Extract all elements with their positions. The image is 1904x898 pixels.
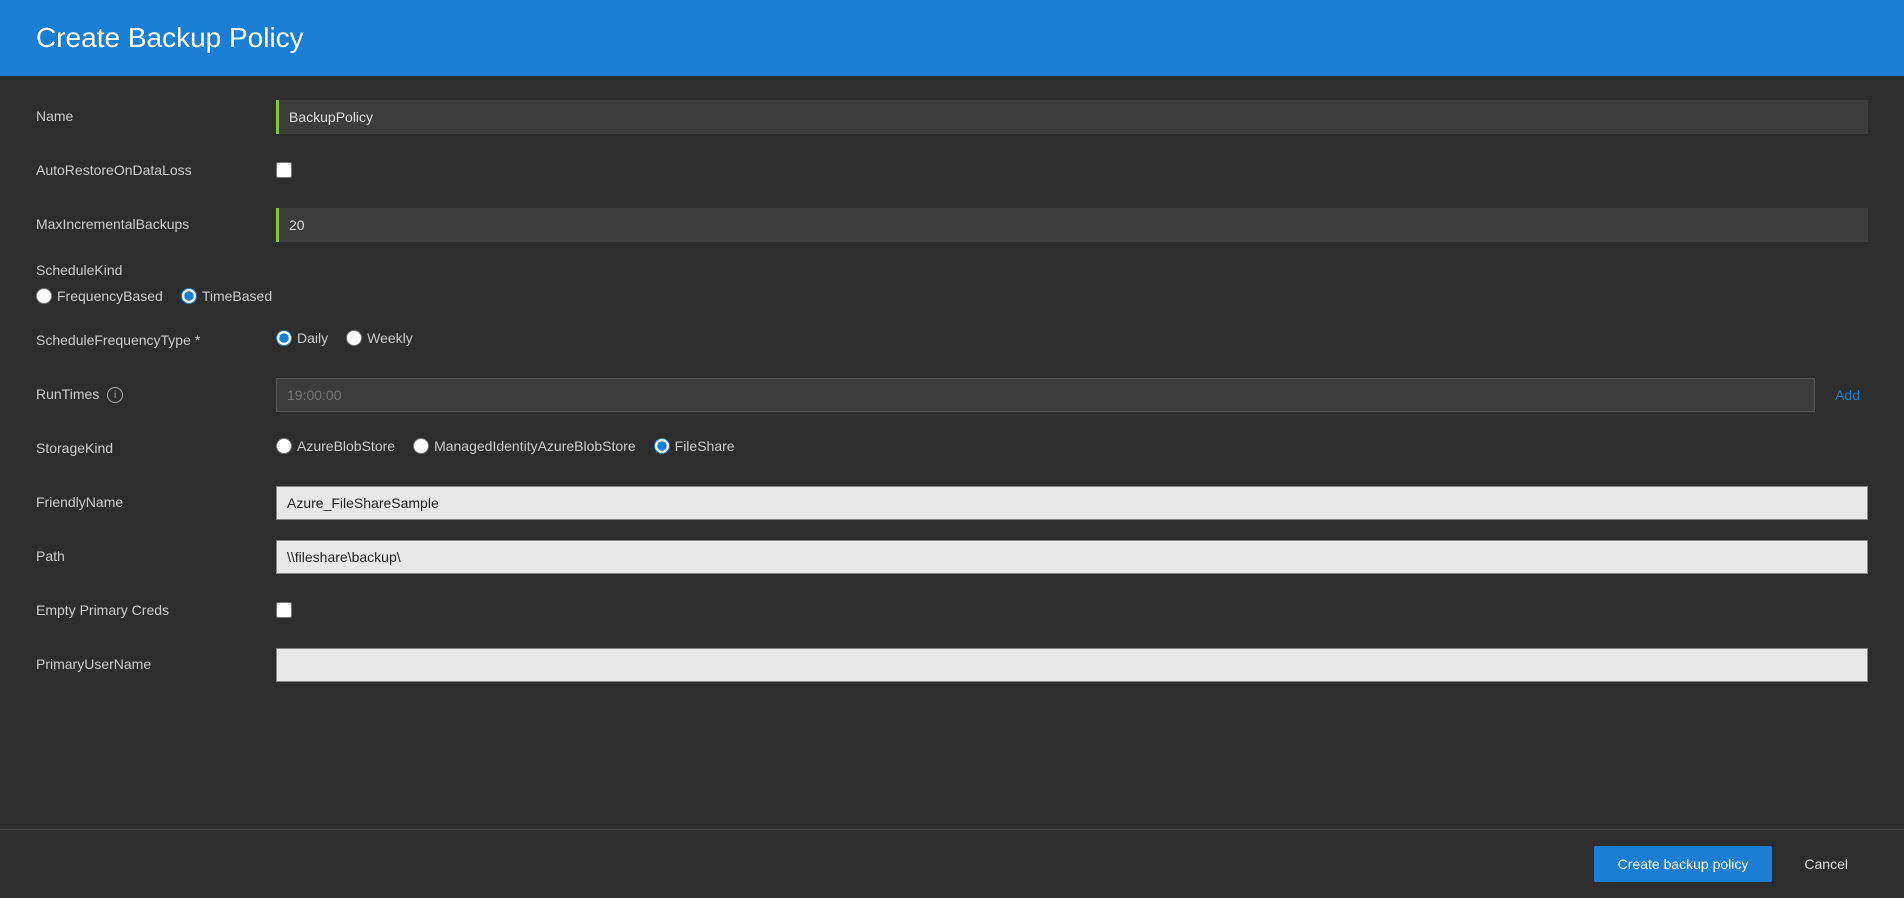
page-title: Create Backup Policy xyxy=(36,22,1868,54)
schedule-kind-frequency-text: FrequencyBased xyxy=(57,288,163,304)
primary-username-row: PrimaryUserName xyxy=(36,648,1868,684)
schedule-kind-label: ScheduleKind xyxy=(36,262,276,278)
storage-kind-row: StorageKind AzureBlobStore ManagedIdenti… xyxy=(36,432,1868,468)
storage-azure-label[interactable]: AzureBlobStore xyxy=(276,438,395,454)
max-incremental-control xyxy=(276,208,1868,242)
primary-username-label: PrimaryUserName xyxy=(36,648,276,672)
storage-kind-label: StorageKind xyxy=(36,432,276,456)
max-incremental-input[interactable] xyxy=(276,208,1868,242)
storage-managed-label[interactable]: ManagedIdentityAzureBlobStore xyxy=(413,438,636,454)
runtimes-row: RunTimes i Add xyxy=(36,378,1868,414)
footer: Create backup policy Cancel xyxy=(0,829,1904,898)
primary-username-control xyxy=(276,648,1868,682)
friendly-name-row: FriendlyName xyxy=(36,486,1868,522)
schedule-kind-time-radio[interactable] xyxy=(181,288,197,304)
empty-primary-creds-row: Empty Primary Creds xyxy=(36,594,1868,630)
auto-restore-control xyxy=(276,154,1868,183)
schedule-freq-daily-radio[interactable] xyxy=(276,330,292,346)
max-incremental-label: MaxIncrementalBackups xyxy=(36,208,276,232)
schedule-freq-weekly-label[interactable]: Weekly xyxy=(346,330,413,346)
max-incremental-row: MaxIncrementalBackups xyxy=(36,208,1868,244)
empty-primary-creds-control xyxy=(276,594,1868,623)
runtimes-input[interactable] xyxy=(276,378,1815,412)
schedule-freq-weekly-radio[interactable] xyxy=(346,330,362,346)
storage-azure-radio[interactable] xyxy=(276,438,292,454)
path-label: Path xyxy=(36,540,276,564)
empty-primary-creds-label: Empty Primary Creds xyxy=(36,594,276,618)
path-row: Path xyxy=(36,540,1868,576)
form-body: Name AutoRestoreOnDataLoss MaxIncrementa… xyxy=(0,76,1904,829)
schedule-kind-time-label[interactable]: TimeBased xyxy=(181,288,272,304)
name-control xyxy=(276,100,1868,134)
storage-kind-radio-group: AzureBlobStore ManagedIdentityAzureBlobS… xyxy=(276,432,1868,454)
schedule-kind-frequency-radio[interactable] xyxy=(36,288,52,304)
name-label: Name xyxy=(36,100,276,124)
storage-managed-text: ManagedIdentityAzureBlobStore xyxy=(434,438,636,454)
schedule-freq-daily-label[interactable]: Daily xyxy=(276,330,328,346)
storage-managed-radio[interactable] xyxy=(413,438,429,454)
storage-fileshare-text: FileShare xyxy=(675,438,735,454)
schedule-freq-control: Daily Weekly xyxy=(276,324,1868,346)
schedule-freq-radio-group: Daily Weekly xyxy=(276,324,1868,346)
friendly-name-control xyxy=(276,486,1868,520)
schedule-kind-row: ScheduleKind FrequencyBased TimeBased xyxy=(36,262,1868,304)
auto-restore-checkbox[interactable] xyxy=(276,162,292,178)
name-input[interactable] xyxy=(276,100,1868,134)
storage-azure-text: AzureBlobStore xyxy=(297,438,395,454)
friendly-name-input[interactable] xyxy=(276,486,1868,520)
empty-primary-creds-checkbox[interactable] xyxy=(276,602,292,618)
path-control xyxy=(276,540,1868,574)
schedule-kind-time-text: TimeBased xyxy=(202,288,272,304)
runtimes-input-row: Add xyxy=(276,378,1868,412)
storage-fileshare-radio[interactable] xyxy=(654,438,670,454)
schedule-freq-weekly-text: Weekly xyxy=(367,330,413,346)
runtimes-info-icon: i xyxy=(107,387,123,403)
cancel-button[interactable]: Cancel xyxy=(1784,846,1868,882)
schedule-kind-radio-group: FrequencyBased TimeBased xyxy=(36,282,272,304)
page-header: Create Backup Policy xyxy=(0,0,1904,76)
name-row: Name xyxy=(36,100,1868,136)
schedule-freq-daily-text: Daily xyxy=(297,330,328,346)
friendly-name-label: FriendlyName xyxy=(36,486,276,510)
storage-fileshare-label[interactable]: FileShare xyxy=(654,438,735,454)
runtimes-add-button[interactable]: Add xyxy=(1827,383,1868,407)
schedule-freq-row: ScheduleFrequencyType * Daily Weekly xyxy=(36,324,1868,360)
create-backup-policy-button[interactable]: Create backup policy xyxy=(1594,846,1773,882)
primary-username-input[interactable] xyxy=(276,648,1868,682)
auto-restore-row: AutoRestoreOnDataLoss xyxy=(36,154,1868,190)
runtimes-label: RunTimes i xyxy=(36,378,276,403)
schedule-kind-frequency-label[interactable]: FrequencyBased xyxy=(36,288,163,304)
runtimes-control: Add xyxy=(276,378,1868,412)
storage-kind-control: AzureBlobStore ManagedIdentityAzureBlobS… xyxy=(276,432,1868,454)
path-input[interactable] xyxy=(276,540,1868,574)
auto-restore-label: AutoRestoreOnDataLoss xyxy=(36,154,276,178)
schedule-freq-label: ScheduleFrequencyType * xyxy=(36,324,276,348)
